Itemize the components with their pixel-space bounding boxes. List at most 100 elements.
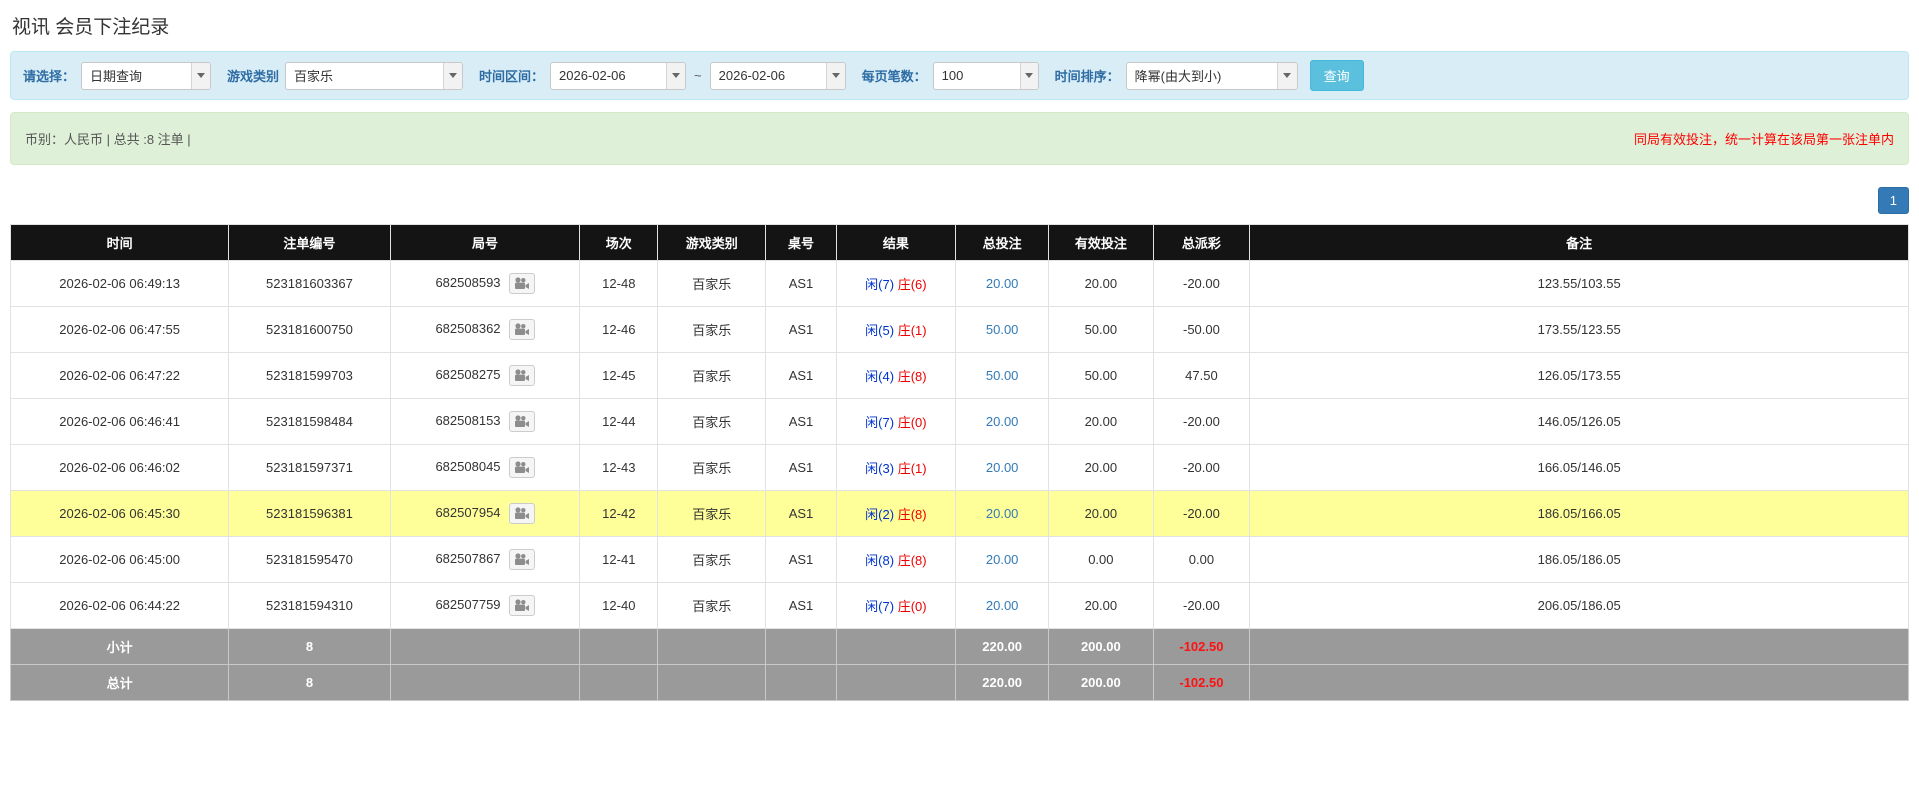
date-to-input[interactable] [710,62,826,89]
sort-dropdown-button[interactable] [1277,62,1297,89]
video-replay-button[interactable] [508,273,535,294]
total-bet-link[interactable]: 20.00 [986,552,1019,567]
result-player: 闲(2) [865,507,895,522]
cell-total-bet: 50.00 [955,352,1050,399]
page-size-combo[interactable] [932,61,1039,90]
col-valid-bet: 有效投注 [1048,224,1154,261]
result-banker: 庄(8) [897,369,927,384]
result-banker: 庄(8) [897,507,927,522]
cell-payout: -20.00 [1152,260,1251,307]
cell-table-no: AS1 [765,536,837,583]
total-bet-link[interactable]: 50.00 [986,368,1019,383]
table-header-row: 时间 注单编号 局号 场次 游戏类别 桌号 结果 总投注 有效投注 总派彩 备注 [9,224,1909,261]
cell-session: 12-40 [579,582,659,629]
sort-input[interactable] [1126,62,1278,89]
result-banker: 庄(0) [897,415,927,430]
cell-round: 682508153 [389,398,581,445]
cell-total-bet: 20.00 [955,444,1050,491]
date-from-dropdown-button[interactable] [666,62,686,89]
total-bet-link[interactable]: 20.00 [986,460,1019,475]
cell-round: 682507759 [389,582,581,629]
cell-session: 12-44 [579,398,659,445]
cell-valid-bet: 20.00 [1048,444,1154,491]
result-banker: 庄(0) [897,599,927,614]
cell-round: 682508593 [389,260,581,307]
cell-table-no: AS1 [765,398,837,445]
cell-payout: -20.00 [1152,582,1251,629]
video-camera-icon [515,415,530,427]
video-replay-button[interactable] [508,503,535,524]
video-camera-icon [515,323,530,335]
cell-note: 186.05/186.05 [1249,536,1909,583]
sort-combo[interactable] [1125,61,1298,90]
page-size-input[interactable] [933,62,1020,89]
video-replay-button[interactable] [508,319,535,340]
total-label: 总计 [9,664,230,701]
cell-valid-bet: 20.00 [1048,398,1154,445]
total-bet-link[interactable]: 20.00 [986,598,1019,613]
result-player: 闲(7) [865,415,895,430]
page-size-dropdown-button[interactable] [1019,62,1038,89]
video-replay-button[interactable] [508,411,535,432]
page-button-1[interactable]: 1 [1877,187,1909,214]
col-payout: 总派彩 [1152,224,1251,261]
date-from-combo[interactable] [550,61,687,90]
total-bet-link[interactable]: 20.00 [986,276,1019,291]
cell-time: 2026-02-06 06:47:22 [9,352,230,399]
search-button[interactable]: 查询 [1309,60,1364,91]
cell-table-no: AS1 [765,352,837,399]
cell-total-bet: 20.00 [955,490,1050,537]
video-replay-button[interactable] [508,365,535,386]
table-row: 2026-02-06 06:46:41 523181598484 6825081… [9,398,1909,445]
date-to-combo[interactable] [709,61,846,90]
total-bet-link[interactable]: 50.00 [986,322,1019,337]
cell-time: 2026-02-06 06:46:41 [9,398,230,445]
cell-game-type: 百家乐 [657,582,767,629]
video-replay-button[interactable] [508,457,535,478]
cell-game-type: 百家乐 [657,306,767,353]
video-camera-icon [515,599,530,611]
cell-result: 闲(2) 庄(8) [835,490,957,537]
video-camera-icon [515,369,530,381]
total-bet-link[interactable]: 20.00 [986,506,1019,521]
date-query-dropdown-button[interactable] [191,62,211,89]
total-valid-bet: 200.00 [1048,664,1154,701]
result-banker: 庄(1) [897,323,927,338]
round-number: 682508593 [435,274,501,290]
result-banker: 庄(6) [897,277,927,292]
col-table-no: 桌号 [765,224,837,261]
video-replay-button[interactable] [508,595,535,616]
cell-result: 闲(7) 庄(0) [835,398,957,445]
cell-round: 682507867 [389,536,581,583]
game-type-combo[interactable] [285,61,464,90]
video-camera-icon [515,461,530,473]
date-query-combo[interactable] [81,61,212,90]
page-size-label: 每页笔数： [861,69,927,84]
col-result: 结果 [835,224,957,261]
date-query-input[interactable] [82,62,192,89]
summary-bar: 币别：人民币 | 总共 :8 注单 | 同局有效投注，统一计算在该局第一张注单内 [10,112,1909,165]
video-replay-button[interactable] [508,549,535,570]
cell-bet-id: 523181600750 [228,306,391,353]
chevron-down-icon [1025,73,1034,78]
sort-label: 时间排序： [1054,69,1120,84]
cell-table-no: AS1 [765,306,837,353]
cell-bet-id: 523181594310 [228,582,391,629]
date-to-dropdown-button[interactable] [825,62,845,89]
round-number: 682507759 [435,596,501,612]
cell-round: 682508045 [389,444,581,491]
game-type-input[interactable] [286,62,443,89]
date-from-input[interactable] [551,62,667,89]
chevron-down-icon [448,73,457,78]
cell-valid-bet: 20.00 [1048,582,1154,629]
chevron-down-icon [197,73,206,78]
currency-total-summary: 币别：人民币 | 总共 :8 注单 | [25,132,191,147]
result-player: 闲(7) [865,599,895,614]
cell-time: 2026-02-06 06:45:30 [9,490,230,537]
game-type-dropdown-button[interactable] [442,62,463,89]
table-row: 2026-02-06 06:47:55 523181600750 6825083… [9,306,1909,353]
total-bet-link[interactable]: 20.00 [986,414,1019,429]
cell-session: 12-45 [579,352,659,399]
cell-note: 173.55/123.55 [1249,306,1909,353]
subtotal-count: 8 [228,628,391,665]
